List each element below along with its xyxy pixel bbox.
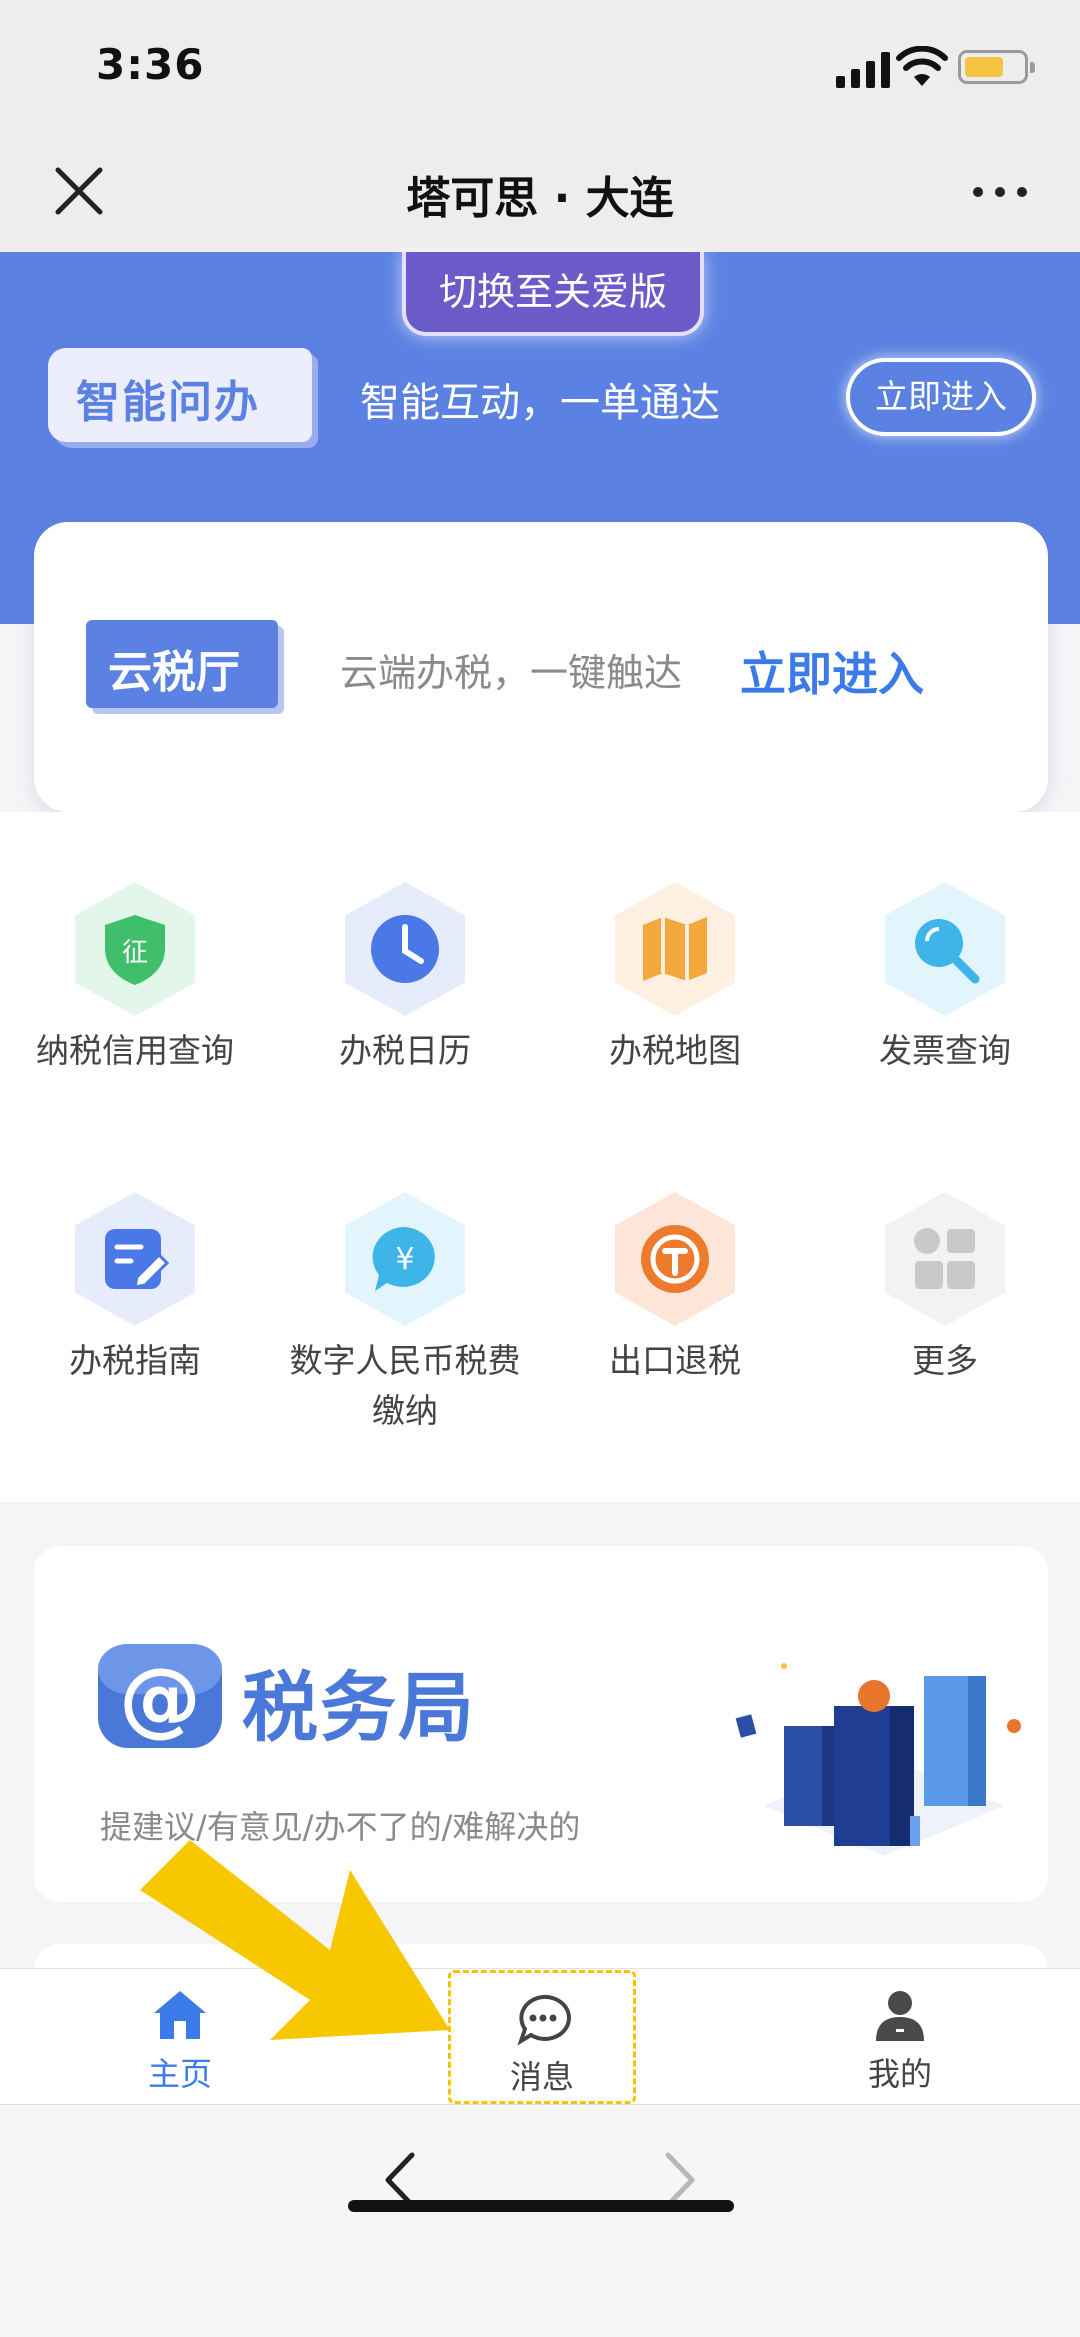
edit-guide-icon (75, 1192, 195, 1326)
svg-text:征: 征 (122, 938, 148, 968)
nav-bar: 塔可思 · 大连 (0, 140, 1080, 252)
status-time: 3:36 (96, 40, 205, 89)
profile-icon (876, 1991, 924, 2041)
browser-nav-bar (0, 2104, 1080, 2337)
service-digital-rmb-payment[interactable]: ¥ 数字人民币税费缴纳 (270, 1192, 540, 1436)
battery-icon (958, 50, 1035, 84)
service-label: 办税指南 (69, 1341, 201, 1380)
care-mode-switch-button[interactable]: 切换至关爱版 (402, 252, 704, 336)
tab-home[interactable]: 主页 (80, 1969, 280, 2105)
yuan-chat-icon: ¥ (345, 1192, 465, 1326)
service-label: 办税日历 (339, 1031, 471, 1070)
tab-message-label: 消息 (509, 2058, 574, 2096)
more-grid-icon (885, 1192, 1005, 1326)
service-label: 数字人民币税费缴纳 (289, 1341, 521, 1430)
tab-home-label: 主页 (147, 2055, 212, 2093)
service-label: 出口退税 (609, 1341, 741, 1380)
service-tax-guide[interactable]: 办税指南 (0, 1192, 270, 1386)
signal-icon (836, 52, 890, 88)
svg-text:¥: ¥ (395, 1242, 414, 1277)
service-label: 办税地图 (609, 1031, 741, 1070)
tax-bureau-feedback-card[interactable]: @ 税务局 提建议/有意见/办不了的/难解决的 (34, 1546, 1048, 1902)
tax-bureau-subtitle: 提建议/有意见/办不了的/难解决的 (100, 1808, 581, 1846)
tab-message[interactable]: 消息 (448, 1970, 636, 2104)
search-icon (885, 882, 1005, 1016)
svg-text:@: @ (119, 1651, 201, 1746)
status-bar: 3:36 (0, 0, 1080, 140)
service-tax-credit-query[interactable]: 征 纳税信用查询 (0, 882, 270, 1076)
service-more[interactable]: 更多 (810, 1192, 1080, 1386)
service-invoice-query[interactable]: 发票查询 (810, 882, 1080, 1076)
wifi-icon (896, 46, 948, 86)
service-label: 发票查询 (879, 1031, 1011, 1070)
at-sign-icon: @ (98, 1644, 222, 1748)
cloud-logo-text: 云税厅 (108, 647, 240, 698)
cloud-tax-hall-card[interactable]: 云税厅 云端办税，一键触达 立即进入 (34, 522, 1048, 812)
more-options-icon[interactable] (970, 180, 1030, 204)
refund-icon (615, 1192, 735, 1326)
clock-icon (345, 882, 465, 1016)
bottom-tab-bar: 主页 消息 我的 (0, 1968, 1080, 2104)
page-title: 塔可思 · 大连 (406, 173, 674, 224)
tab-profile-label: 我的 (867, 2055, 932, 2093)
service-grid: 征 纳税信用查询 办税日历 办税地图 发票查询 办税指南 ¥ 数字人民币税费缴纳 (0, 812, 1080, 1502)
cloud-enter-link[interactable]: 立即进入 (740, 638, 924, 704)
cloud-tax-desc: 云端办税，一键触达 (340, 651, 683, 695)
smart-badge-label: 智能问办 (76, 377, 260, 428)
service-export-refund[interactable]: 出口退税 (540, 1192, 810, 1386)
service-label: 纳税信用查询 (36, 1031, 234, 1070)
home-indicator (348, 2200, 734, 2212)
smart-enter-button[interactable]: 立即进入 (846, 358, 1036, 436)
city-buildings-illustration (735, 1663, 1021, 1856)
credit-shield-icon: 征 (75, 882, 195, 1016)
service-label: 更多 (912, 1341, 978, 1380)
message-icon (517, 1994, 571, 2046)
tax-bureau-title: 税务局 (242, 1663, 476, 1752)
home-icon (154, 1991, 206, 2039)
map-icon (615, 882, 735, 1016)
tab-profile[interactable]: 我的 (800, 1969, 1000, 2105)
service-tax-map[interactable]: 办税地图 (540, 882, 810, 1076)
cloud-tax-hall-logo: 云税厅 (86, 620, 278, 708)
smart-service-badge: 智能问办 (48, 348, 312, 442)
service-tax-calendar[interactable]: 办税日历 (270, 882, 540, 1076)
smart-service-slogan: 智能互动，一单通达 (360, 380, 720, 426)
